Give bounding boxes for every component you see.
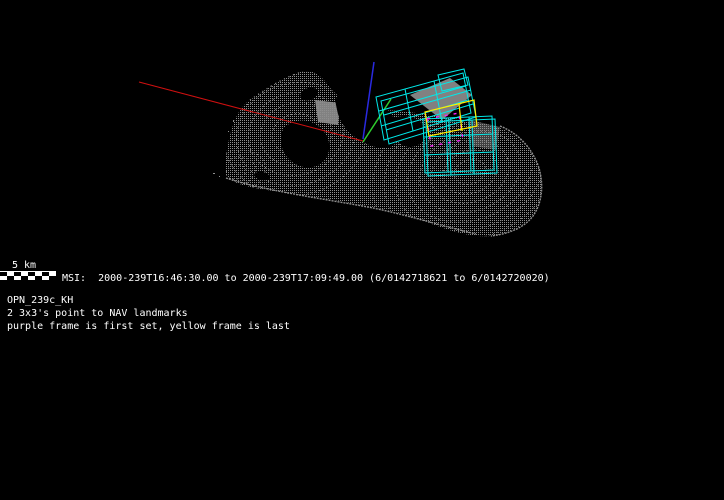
msi-time-range-status: MSI: 2000-239T16:46:30.00 to 2000-239T17… [62, 273, 550, 284]
frame-legend-label: purple frame is first set, yellow frame … [7, 321, 290, 332]
sequence-id-label: OPN_239c_KH [7, 295, 74, 306]
scale-bar [0, 271, 56, 280]
pointing-note-label: 2 3x3's point to NAV landmarks [7, 308, 188, 319]
scale-bar-checker-row-bottom [0, 276, 56, 280]
asteroid-stipple-body [225, 71, 542, 237]
msi-sequence-window: 5 km MSI: 2000-239T16:46:30.00 to 2000-2… [0, 0, 724, 500]
asteroid-model [213, 71, 543, 237]
scene-viewport[interactable] [0, 0, 724, 260]
